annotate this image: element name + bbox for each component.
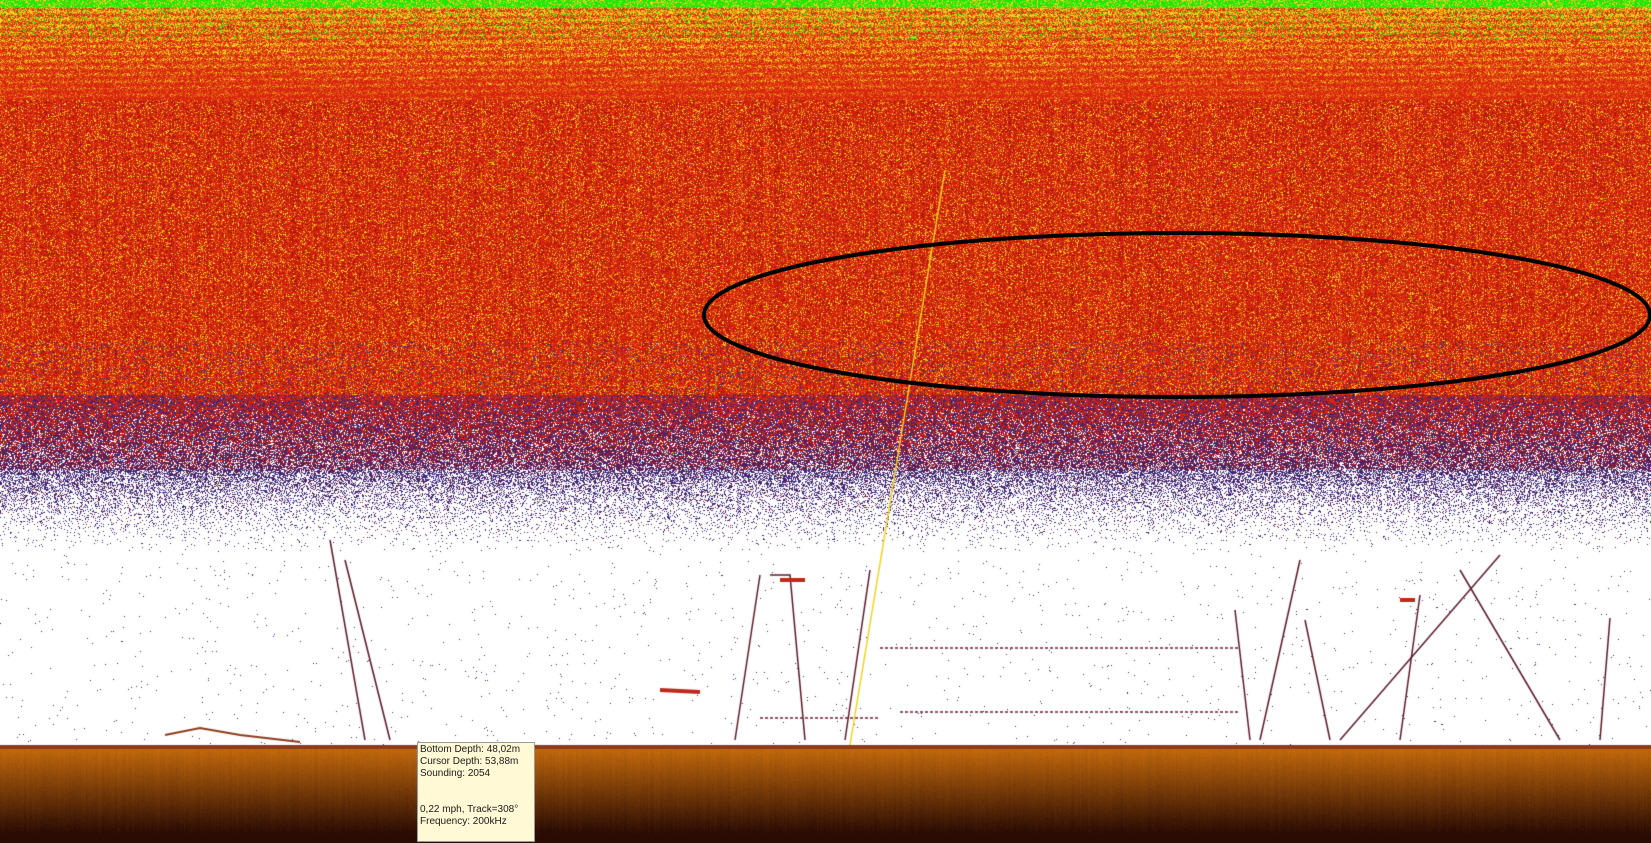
frequency-readout: Frequency: 200kHz (420, 816, 507, 827)
bottom-depth-readout: Bottom Depth: 48,02m (420, 744, 521, 755)
speed-track-readout: 0,22 mph, Track=308° (420, 804, 519, 815)
cursor-depth-readout: Cursor Depth: 53,88m (420, 756, 519, 767)
tooltip-spacer (420, 780, 532, 804)
sounding-readout: Sounding: 2054 (420, 768, 491, 779)
sonar-echogram[interactable] (0, 0, 1651, 843)
sounding-info-tooltip: Bottom Depth: 48,02m Cursor Depth: 53,88… (417, 742, 535, 842)
